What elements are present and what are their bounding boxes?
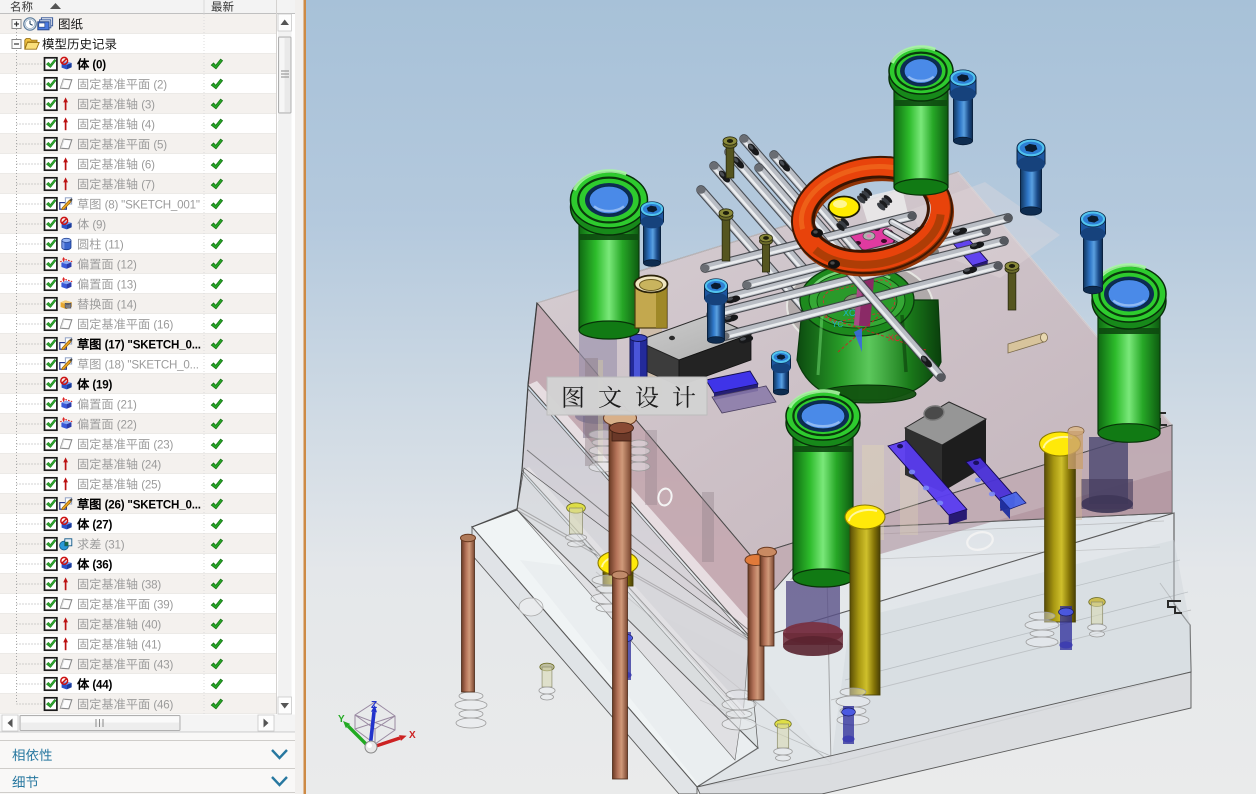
svg-text:(44): (44) — [92, 678, 112, 691]
svg-text:(13): (13) — [117, 278, 137, 291]
svg-text:Y: Y — [338, 714, 345, 725]
svg-text:(39): (39) — [153, 598, 173, 611]
svg-text:(40): (40) — [141, 618, 161, 631]
svg-text:(2): (2) — [153, 78, 167, 91]
svg-text:(12): (12) — [117, 258, 137, 271]
svg-text:(26) "SKETCH_0...: (26) "SKETCH_0... — [105, 498, 201, 511]
svg-text:(22): (22) — [117, 418, 137, 431]
svg-text:(8) "SKETCH_001": (8) "SKETCH_001" — [105, 198, 200, 211]
svg-text:(18) "SKETCH_0...: (18) "SKETCH_0... — [105, 358, 199, 371]
svg-text:(31): (31) — [105, 538, 125, 551]
svg-text:(43): (43) — [153, 658, 173, 671]
svg-text:(9): (9) — [92, 218, 106, 231]
svg-text:(0): (0) — [92, 58, 106, 71]
svg-text:(5): (5) — [153, 138, 167, 151]
svg-text:(41): (41) — [141, 638, 161, 651]
svg-text:YC: YC — [832, 320, 843, 329]
svg-text:X: X — [409, 730, 416, 741]
svg-text:(14): (14) — [117, 298, 137, 311]
svg-text:(19): (19) — [92, 378, 112, 391]
svg-text:(46): (46) — [153, 698, 173, 711]
svg-text:(16): (16) — [153, 318, 173, 331]
svg-text:(3): (3) — [141, 98, 155, 111]
svg-text:(24): (24) — [141, 458, 161, 471]
svg-text:(25): (25) — [141, 478, 161, 491]
svg-text:(21): (21) — [117, 398, 137, 411]
svg-text:(17) "SKETCH_0...: (17) "SKETCH_0... — [105, 338, 201, 351]
svg-text:(27): (27) — [92, 518, 112, 531]
svg-text:(36): (36) — [92, 558, 112, 571]
svg-text:(6): (6) — [141, 158, 155, 171]
svg-text:(4): (4) — [141, 118, 155, 131]
svg-text:(38): (38) — [141, 578, 161, 591]
svg-text:Z: Z — [371, 700, 377, 711]
svg-text:(11): (11) — [105, 238, 124, 251]
svg-text:(23): (23) — [153, 438, 173, 451]
svg-text:(7): (7) — [141, 178, 155, 191]
